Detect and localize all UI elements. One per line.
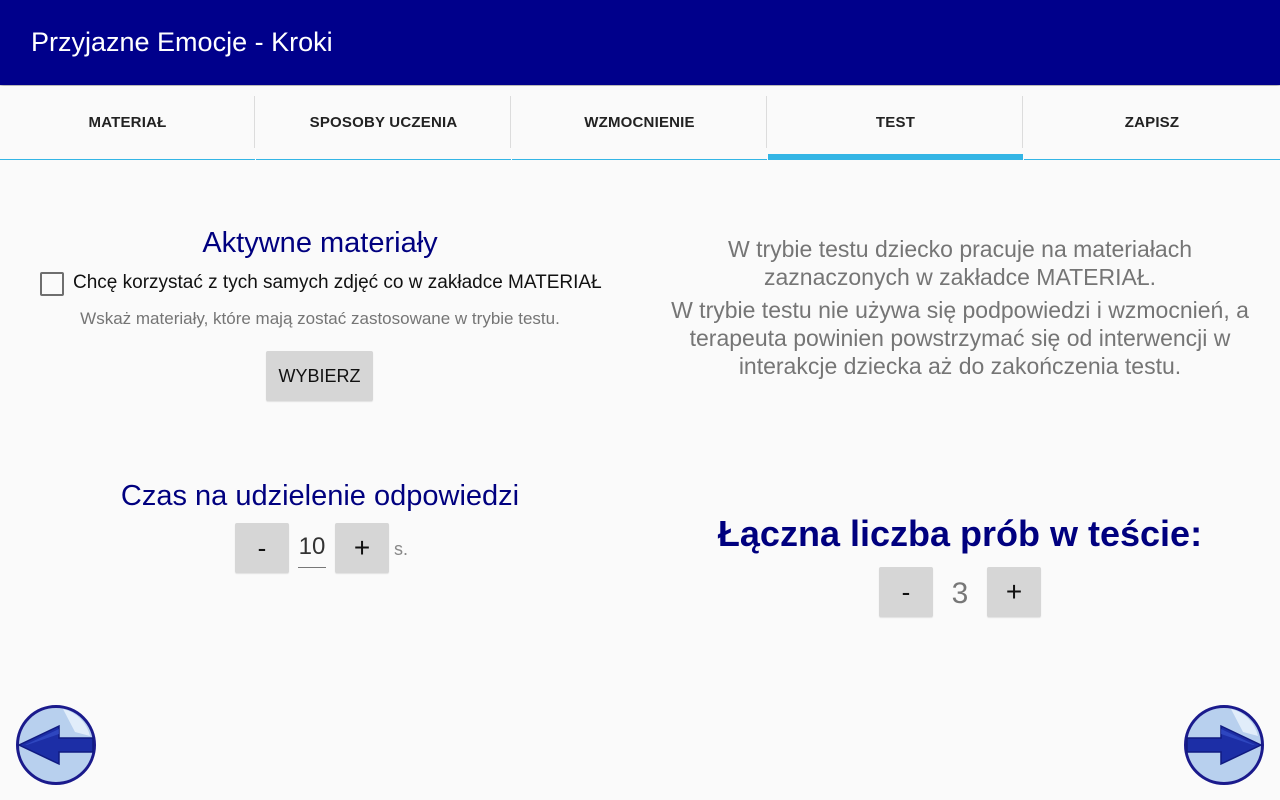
tab-material-label: MATERIAŁ bbox=[88, 113, 167, 131]
same-photos-checkbox[interactable] bbox=[40, 272, 64, 296]
tab-save-label: ZAPISZ bbox=[1124, 113, 1180, 131]
materials-hint: Wskaż materiały, które mają zostać zasto… bbox=[80, 309, 560, 328]
tab-underline bbox=[1024, 159, 1280, 160]
tab-reinforcement[interactable]: WZMOCNIENIE bbox=[512, 86, 767, 160]
back-button[interactable] bbox=[15, 704, 97, 786]
tab-learning-methods[interactable]: SPOSOBY UCZENIA bbox=[256, 86, 511, 160]
test-info-text: W trybie testu dziecko pracuje na materi… bbox=[645, 235, 1275, 380]
tab-test[interactable]: TEST bbox=[768, 86, 1023, 160]
app-title: Przyjazne Emocje - Kroki bbox=[31, 27, 333, 57]
same-photos-checkbox-label[interactable]: Chcę korzystać z tych samych zdjęć co w … bbox=[73, 272, 602, 294]
response-time-increase-button[interactable]: + bbox=[335, 523, 389, 573]
response-time-input[interactable]: 10 bbox=[298, 533, 326, 568]
tab-learning-methods-label: SPOSOBY UCZENIA bbox=[309, 113, 458, 131]
response-time-unit: s. bbox=[394, 539, 409, 559]
tab-reinforcement-label: WZMOCNIENIE bbox=[584, 113, 695, 131]
forward-button[interactable] bbox=[1183, 704, 1265, 786]
tab-underline bbox=[512, 159, 767, 160]
tab-active-indicator bbox=[768, 154, 1023, 160]
back-arrow-icon bbox=[16, 705, 96, 785]
tab-material[interactable]: MATERIAŁ bbox=[0, 86, 255, 160]
trials-count: 3 bbox=[951, 577, 969, 610]
test-info-line-2: W trybie testu nie używa się podpowiedzi… bbox=[671, 297, 1249, 379]
tab-underline bbox=[0, 159, 255, 160]
forward-arrow-icon bbox=[1184, 705, 1264, 785]
response-time-decrease-button[interactable]: - bbox=[235, 523, 289, 573]
app-bar: Przyjazne Emocje - Kroki bbox=[0, 0, 1280, 85]
response-time-heading: Czas na udzielenie odpowiedzi bbox=[120, 480, 520, 512]
trials-increase-button[interactable]: + bbox=[987, 567, 1041, 617]
trials-decrease-button[interactable]: - bbox=[879, 567, 933, 617]
tab-save[interactable]: ZAPISZ bbox=[1024, 86, 1280, 160]
test-info-line-1: W trybie testu dziecko pracuje na materi… bbox=[727, 236, 1193, 290]
tab-bar: MATERIAŁ SPOSOBY UCZENIA WZMOCNIENIE TES… bbox=[0, 86, 1280, 160]
materials-heading: Aktywne materiały bbox=[202, 227, 438, 259]
tab-underline bbox=[256, 159, 511, 160]
tab-test-label: TEST bbox=[875, 113, 916, 131]
trials-heading: Łączna liczba prób w teście: bbox=[717, 513, 1203, 554]
choose-materials-button[interactable]: WYBIERZ bbox=[266, 351, 373, 401]
